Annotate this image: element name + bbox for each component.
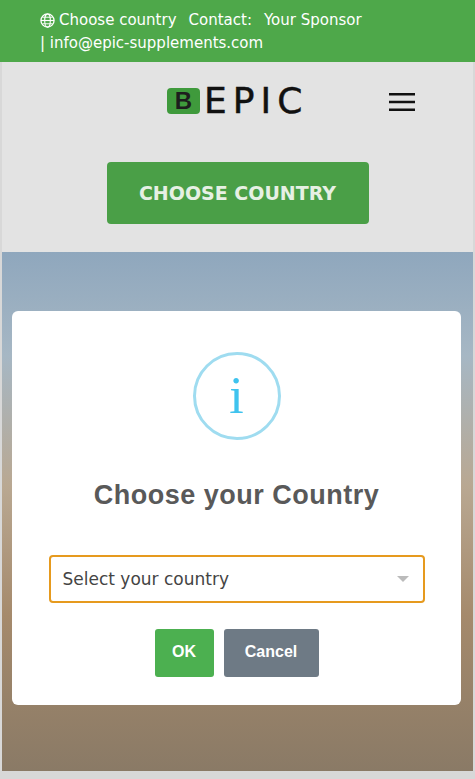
logo-row: BEPIC: [2, 62, 473, 140]
cancel-button[interactable]: Cancel: [224, 629, 319, 677]
sponsor-link[interactable]: Your Sponsor: [264, 9, 362, 32]
info-icon: i: [193, 352, 281, 440]
dropdown-arrow-icon: [397, 576, 409, 582]
country-dialog: i Choose your Country Select your country O…: [12, 311, 461, 705]
header: BEPIC CHOOSE COUNTRY: [2, 62, 473, 252]
ok-button[interactable]: OK: [155, 629, 214, 677]
choose-country-link[interactable]: Choose country: [40, 9, 177, 32]
logo-text: EPIC: [204, 81, 308, 121]
top-bar: Choose country Contact: Your Sponsor| info…: [0, 0, 475, 62]
dialog-title: Choose your Country: [94, 480, 380, 511]
country-select[interactable]: Select your country: [49, 555, 425, 603]
email-link[interactable]: | info@epic-supplements.com: [40, 32, 263, 55]
logo[interactable]: BEPIC: [167, 81, 309, 121]
menu-button[interactable]: [389, 92, 415, 112]
choose-country-button[interactable]: CHOOSE COUNTRY: [107, 162, 369, 224]
choose-country-text[interactable]: Choose country: [59, 9, 177, 31]
select-placeholder: Select your country: [63, 569, 230, 589]
cta-row: CHOOSE COUNTRY: [2, 140, 473, 252]
dialog-buttons: OKCancel: [155, 629, 319, 677]
globe-icon: [40, 13, 55, 28]
hamburger-icon: [389, 92, 415, 112]
logo-mark: B: [167, 88, 200, 114]
contact-label: Contact:: [189, 9, 252, 32]
